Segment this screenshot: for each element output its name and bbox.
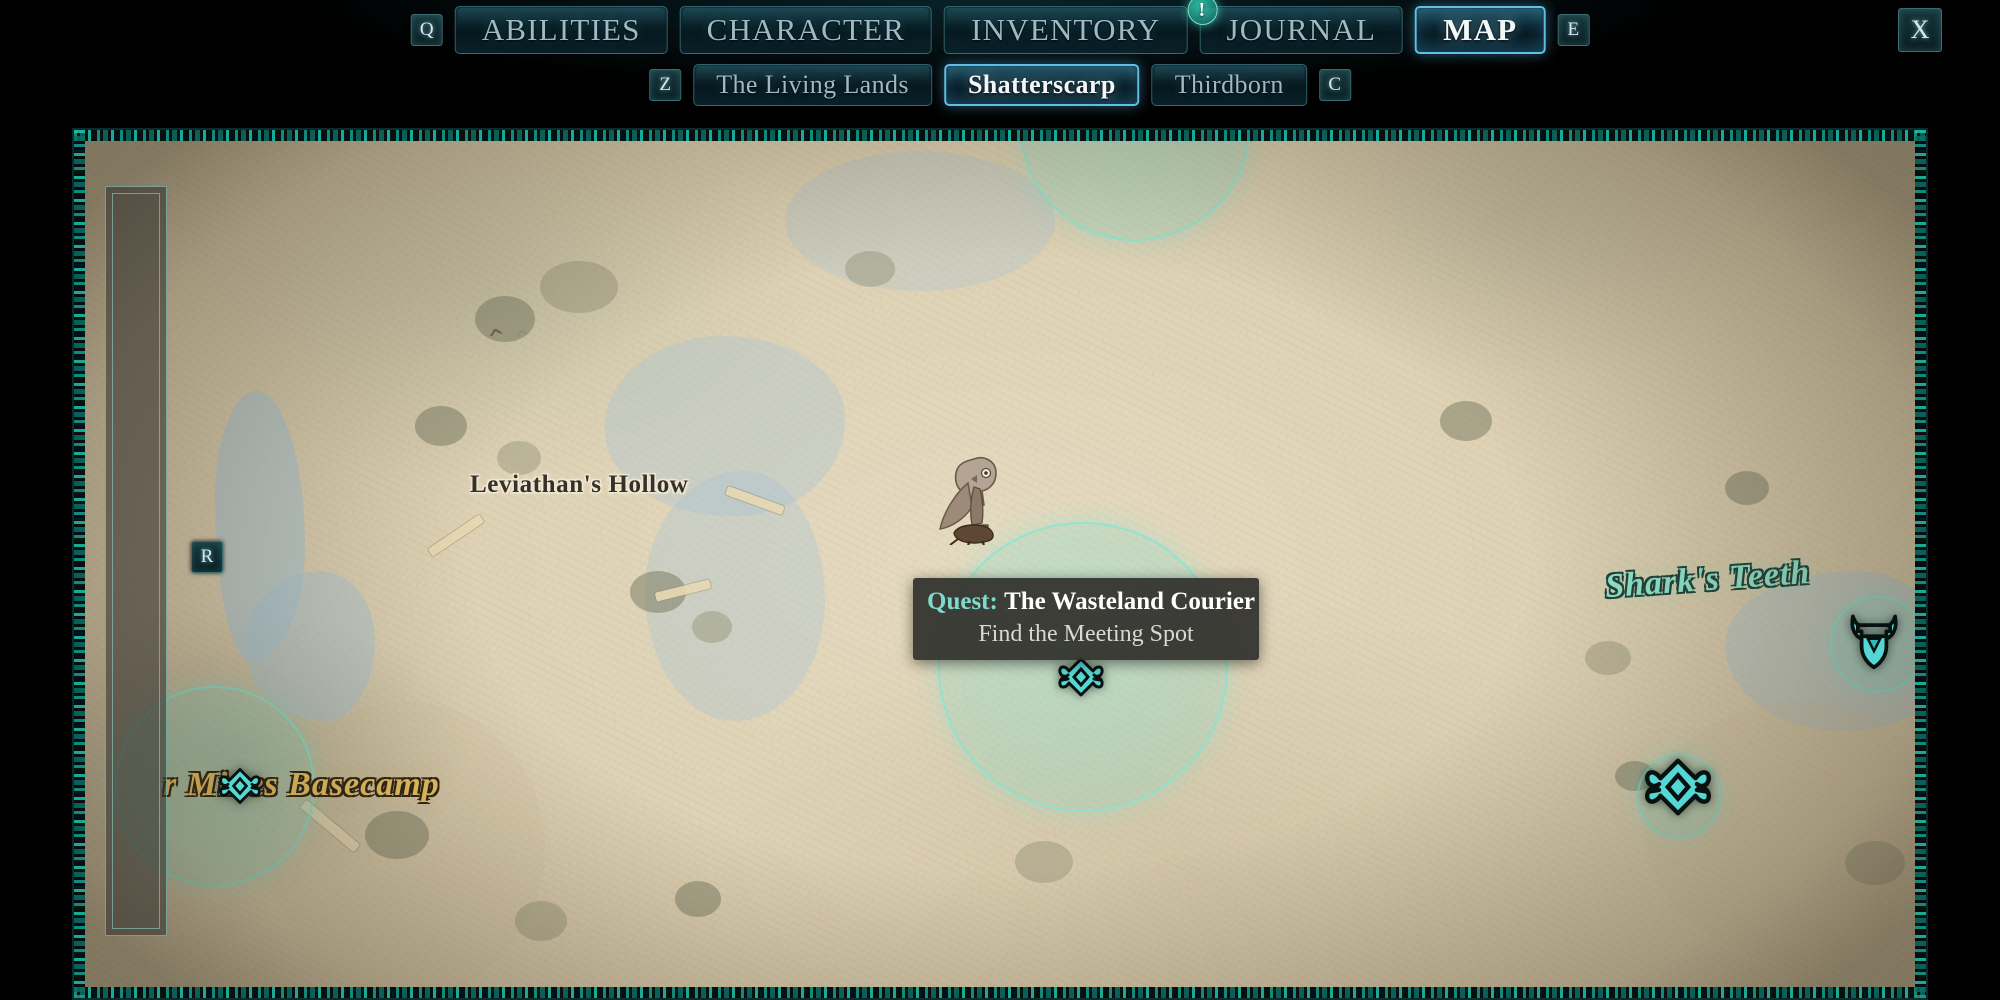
tab-region-thirdborn-label: Thirdborn <box>1174 70 1284 99</box>
terrain-rock-4 <box>497 441 541 475</box>
map-border-top-decoration <box>74 130 1926 141</box>
quest-tooltip-title-line: Quest: The Wasteland Courier <box>927 588 1255 617</box>
tab-character-label: CHARACTER <box>706 12 906 47</box>
tab-abilities[interactable]: ABILITIES <box>454 6 668 54</box>
terrain-rock-15 <box>1725 471 1769 505</box>
map-viewport[interactable]: ^ ^ ^ ^ ^ ^ ^ ^ ^ ^ ^ ^ ^ ^ ^ ^ ^ ^ ^ ^ ^ ^ ^ ^ ^ ^ ^ ^ ^ ^ ^ ^ ^ ^ ^ ^ ^ ^ ^ ^… <box>85 141 1915 987</box>
tab-region-shatterscarp-label: Shatterscarp <box>967 70 1116 99</box>
tab-region-shatterscarp[interactable]: Shatterscarp <box>943 64 1140 106</box>
terrain-rock-16 <box>845 251 895 287</box>
map-frame: ^ ^ ^ ^ ^ ^ ^ ^ ^ ^ ^ ^ ^ ^ ^ ^ ^ ^ ^ ^ ^ ^ ^ ^ ^ ^ ^ ^ ^ ^ ^ ^ ^ ^ ^ ^ ^ ^ ^ ^… <box>72 128 1928 1000</box>
top-navigation-bar: Q ABILITIES CHARACTER INVENTORY ! JOURNA… <box>0 0 2000 128</box>
map-border-right-decoration <box>1915 130 1926 998</box>
close-screen-key-badge[interactable]: X <box>1898 8 1942 52</box>
tab-journal-label: JOURNAL <box>1226 12 1377 47</box>
terrain-rock-11 <box>1440 401 1492 441</box>
marker-basecamp[interactable] <box>218 766 262 806</box>
tab-character[interactable]: CHARACTER <box>679 6 933 54</box>
tab-inventory[interactable]: INVENTORY <box>944 6 1188 54</box>
map-side-panel <box>105 186 167 936</box>
terrain-rock-9 <box>675 881 721 917</box>
tab-map[interactable]: MAP <box>1415 6 1546 54</box>
legend-key-badge[interactable]: R <box>191 541 223 573</box>
terrain-rock-2 <box>540 261 618 313</box>
terrain-water-north-bay <box>785 151 1055 291</box>
terrain-rock-8 <box>515 901 567 941</box>
tab-abilities-label: ABILITIES <box>481 12 641 47</box>
prev-tab-key-badge: Q <box>410 14 443 46</box>
next-tab-key-badge: E <box>1557 14 1590 46</box>
quest-tooltip: Quest: The Wasteland Courier Find the Me… <box>913 578 1259 661</box>
terrain-rock-14 <box>1845 841 1905 885</box>
terrain-rock-12 <box>1585 641 1631 675</box>
marker-quest-center[interactable] <box>1057 656 1105 698</box>
tab-inventory-label: INVENTORY <box>971 12 1161 47</box>
tab-map-label: MAP <box>1443 12 1518 47</box>
quest-tooltip-name: The Wasteland Courier <box>1004 588 1256 615</box>
marker-east-upper[interactable] <box>1845 609 1903 671</box>
quest-tooltip-prefix: Quest: <box>927 588 998 615</box>
tab-region-the-living-lands[interactable]: The Living Lands <box>693 64 932 106</box>
tab-journal[interactable]: ! JOURNAL <box>1187 0 1404 54</box>
region-tab-row: Z The Living Lands Shatterscarp Thirdbor… <box>649 64 1351 106</box>
terrain-rock-7 <box>365 811 429 859</box>
marker-east-lower[interactable] <box>1643 756 1713 818</box>
main-tab-row: Q ABILITIES CHARACTER INVENTORY ! JOURNA… <box>410 0 1590 54</box>
tab-region-the-living-lands-label: The Living Lands <box>716 70 909 99</box>
terrain-rock-3 <box>415 406 467 446</box>
quest-tooltip-objective: Find the Meeting Spot <box>978 620 1194 647</box>
map-border-bottom-decoration <box>74 987 1926 998</box>
map-border-left-decoration <box>74 130 85 998</box>
tab-region-thirdborn[interactable]: Thirdborn <box>1151 64 1307 106</box>
owl-illustration-icon <box>930 453 1008 550</box>
terrain-rock-10 <box>1015 841 1073 883</box>
terrain-rock-6 <box>692 611 732 643</box>
prev-region-key-badge: Z <box>649 69 682 101</box>
journal-notification-badge-icon: ! <box>1187 0 1218 25</box>
next-region-key-badge: C <box>1318 69 1351 101</box>
